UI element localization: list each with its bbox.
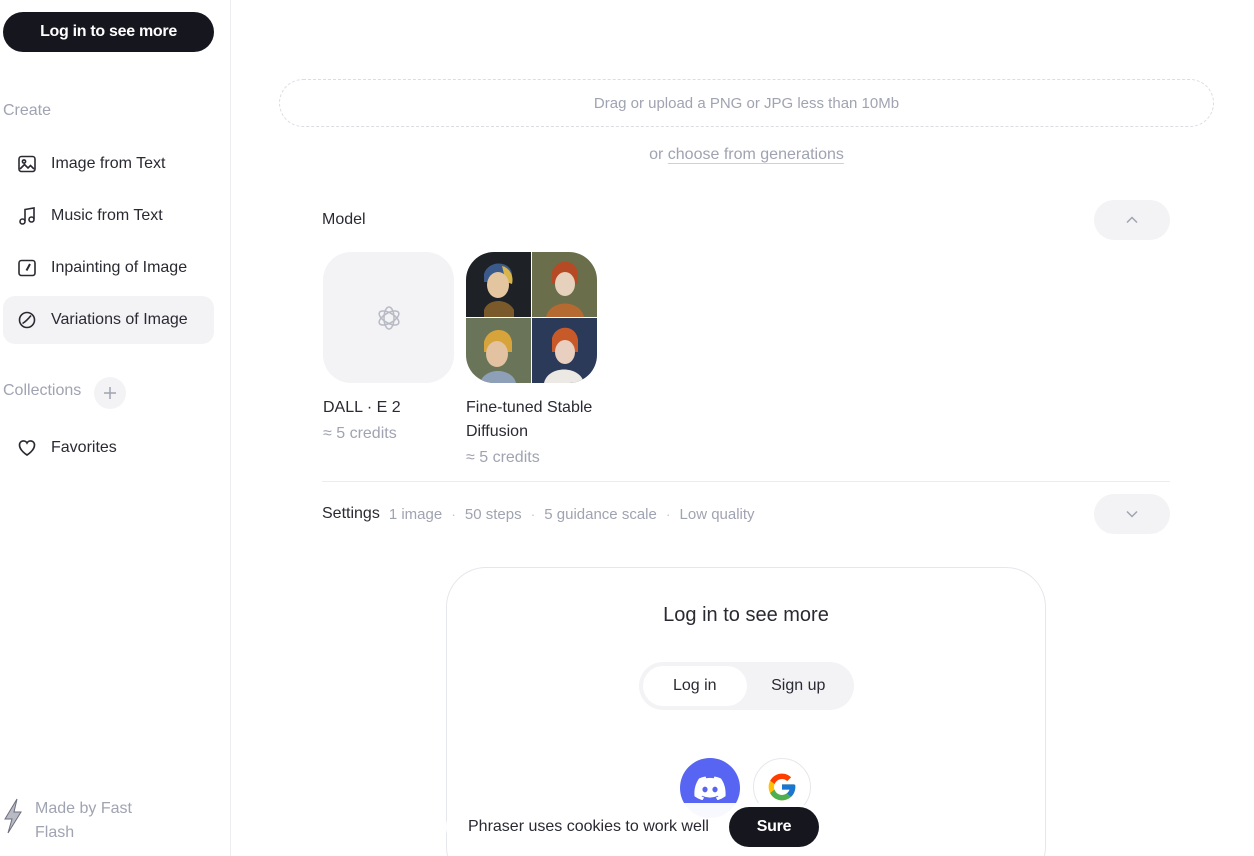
login-card-title: Log in to see more xyxy=(663,604,829,626)
model-name: Fine-tuned Stable Diffusion xyxy=(466,399,593,440)
or-text: or xyxy=(649,146,664,163)
choose-from-generations-link[interactable]: choose from generations xyxy=(668,146,844,163)
settings-summary[interactable]: Settings 1 image · 50 steps · 5 guidance… xyxy=(322,505,755,523)
painting-image xyxy=(466,252,531,317)
create-section-label: Create xyxy=(3,102,52,119)
heart-icon xyxy=(18,440,36,456)
chevron-down-icon xyxy=(1126,510,1138,518)
painting-image xyxy=(531,317,597,383)
cookie-text: Phraser uses cookies to work well xyxy=(468,818,709,835)
separator-dot: · xyxy=(451,506,456,522)
collections-section-label: Collections xyxy=(3,382,82,399)
music-note-icon xyxy=(19,207,35,225)
painting-image xyxy=(466,317,531,383)
sidebar-item-label: Music from Text xyxy=(51,207,163,224)
model-section-label: Model xyxy=(322,211,366,228)
settings-steps: 50 steps xyxy=(464,505,522,523)
plus-icon xyxy=(104,387,116,399)
made-by-footer[interactable]: Made by Fast Flash xyxy=(3,797,145,845)
variations-icon xyxy=(18,311,36,329)
sidebar-item-label: Variations of Image xyxy=(51,311,188,328)
separator-dot: · xyxy=(530,506,536,522)
sidebar-item-music-from-text[interactable]: Music from Text xyxy=(3,192,214,240)
choose-from-generations-line: or choose from generations xyxy=(279,146,1214,164)
made-by-text: Made by Fast Flash xyxy=(35,800,132,841)
lightning-icon xyxy=(4,798,22,834)
sidebar-item-inpainting-of-image[interactable]: Inpainting of Image xyxy=(3,244,214,292)
openai-icon xyxy=(377,305,400,330)
login-button[interactable]: Log in to see more xyxy=(3,12,214,52)
model-option-dalle2[interactable]: DALL · E 2 ≈ 5 credits xyxy=(323,252,455,446)
settings-label: Settings xyxy=(322,505,380,522)
inpainting-icon xyxy=(18,259,36,277)
sidebar-item-label: Favorites xyxy=(51,439,117,456)
dropzone-text: Drag or upload a PNG or JPG less than 10… xyxy=(593,94,900,112)
sidebar: Log in to see more Create Image from Tex… xyxy=(0,0,231,856)
settings-images: 1 image xyxy=(388,505,443,523)
tab-log-in[interactable]: Log in xyxy=(643,666,747,706)
settings-guidance: 5 guidance scale xyxy=(544,505,657,523)
image-icon xyxy=(18,155,36,173)
tab-sign-up[interactable]: Sign up xyxy=(747,666,851,706)
upload-dropzone[interactable]: Drag or upload a PNG or JPG less than 10… xyxy=(279,79,1214,127)
painting-image xyxy=(531,252,597,317)
sidebar-item-label: Inpainting of Image xyxy=(51,259,188,276)
model-thumbnail-paintings xyxy=(466,252,597,383)
model-option-stable-diffusion[interactable]: Fine-tuned Stable Diffusion ≈ 5 credits xyxy=(466,252,598,470)
settings-expand-button[interactable] xyxy=(1094,494,1170,534)
cookie-banner: Phraser uses cookies to work well Sure xyxy=(446,803,819,851)
sidebar-item-label: Image from Text xyxy=(51,155,166,172)
chevron-up-icon xyxy=(1126,216,1138,224)
section-divider xyxy=(322,481,1170,482)
sidebar-item-favorites[interactable]: Favorites xyxy=(3,424,214,472)
discord-icon xyxy=(694,776,726,800)
model-credits: ≈ 5 credits xyxy=(466,449,540,466)
auth-toggle: Log in Sign up xyxy=(639,662,854,710)
cookie-accept-button[interactable]: Sure xyxy=(728,807,819,847)
model-collapse-button[interactable] xyxy=(1094,200,1170,240)
add-collection-button[interactable] xyxy=(94,377,126,409)
model-name: DALL · E 2 xyxy=(323,399,401,416)
sidebar-item-image-from-text[interactable]: Image from Text xyxy=(3,140,214,188)
model-credits: ≈ 5 credits xyxy=(323,425,397,442)
model-thumbnail xyxy=(323,252,454,383)
google-icon xyxy=(768,773,796,801)
separator-dot: · xyxy=(665,506,671,522)
sidebar-item-variations-of-image[interactable]: Variations of Image xyxy=(3,296,214,344)
settings-quality: Low quality xyxy=(679,505,755,523)
